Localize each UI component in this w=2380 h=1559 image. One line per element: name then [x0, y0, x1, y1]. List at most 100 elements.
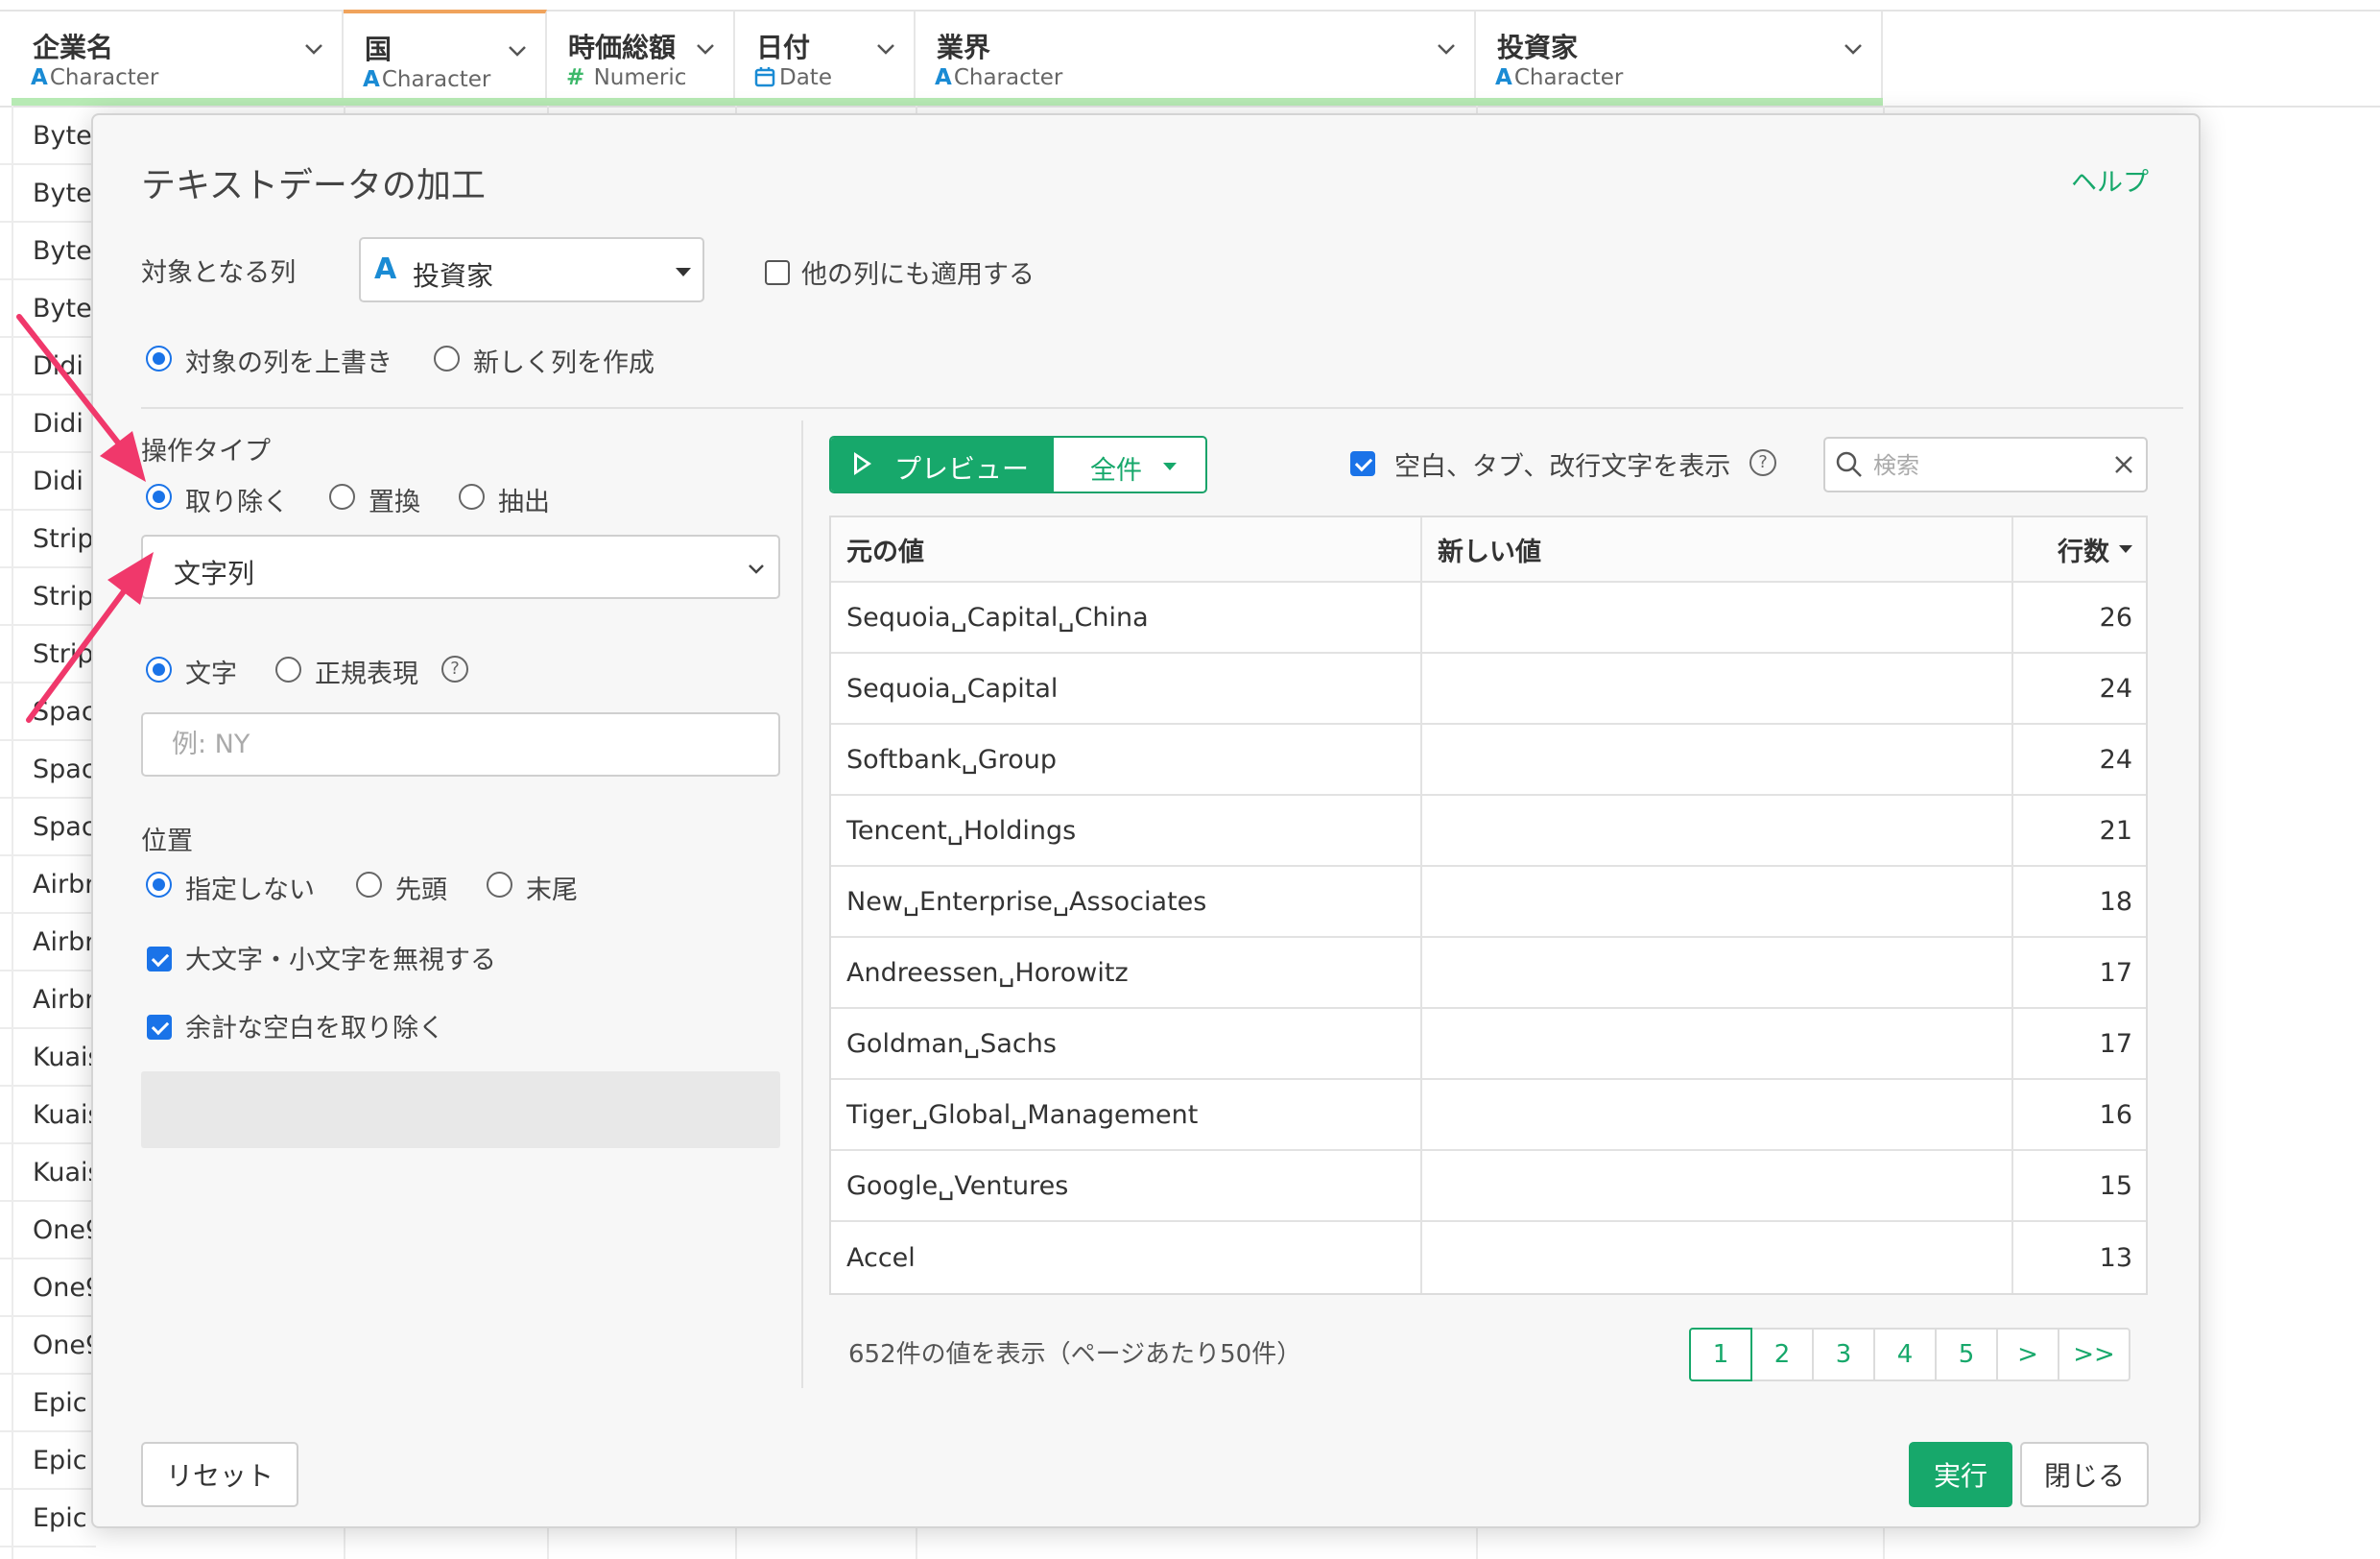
- chevron-down-icon[interactable]: [507, 40, 528, 61]
- panel-divider: [801, 420, 803, 1388]
- run-button[interactable]: 実行: [1909, 1442, 2012, 1507]
- row-count-header-label: 行数: [2058, 537, 2109, 567]
- search-input[interactable]: [1873, 446, 2094, 485]
- apply-other-columns-checkbox[interactable]: [765, 260, 790, 285]
- preview-row: Softbank␣Group 24: [831, 725, 2146, 796]
- grid-cell-company[interactable]: Strip: [33, 582, 93, 612]
- show-whitespace-checkbox[interactable]: [1350, 451, 1375, 476]
- new-column-radio[interactable]: [434, 346, 460, 372]
- character-type-icon: A: [31, 65, 48, 90]
- target-type-select[interactable]: 文字列: [141, 535, 780, 599]
- grid-cell-company[interactable]: Byte: [33, 179, 92, 208]
- text-match-radio[interactable]: [146, 657, 172, 683]
- all-rows-button[interactable]: 全件: [1054, 438, 1205, 492]
- column-type: ACharacter: [1495, 65, 1623, 90]
- grid-cell-company[interactable]: Strip: [33, 639, 93, 669]
- grid-row-line: [0, 1315, 96, 1317]
- chevron-down-icon[interactable]: [875, 38, 896, 60]
- grid-row-line: [0, 797, 96, 799]
- chevron-down-icon[interactable]: [1436, 38, 1457, 60]
- column-header-country[interactable]: 国 ACharacter: [344, 10, 547, 108]
- new-value-cell: [1422, 938, 2013, 1007]
- preview-row: New␣Enterprise␣Associates 18: [831, 867, 2146, 938]
- replace-radio[interactable]: [329, 484, 355, 510]
- chevron-down-icon[interactable]: [303, 38, 324, 60]
- new-value-cell: [1422, 796, 2013, 865]
- page-button[interactable]: 2: [1750, 1328, 1814, 1381]
- grid-row-line: [0, 1142, 96, 1144]
- grid-cell-company[interactable]: Byte: [33, 121, 92, 151]
- new-value-cell: [1422, 654, 2013, 723]
- page-button[interactable]: 1: [1689, 1328, 1752, 1381]
- reset-button[interactable]: リセット: [141, 1442, 298, 1507]
- grid-cell-company[interactable]: Epic: [33, 1503, 87, 1533]
- chevron-down-icon[interactable]: [695, 38, 716, 60]
- clear-icon[interactable]: [2113, 454, 2134, 475]
- original-value-cell: Softbank␣Group: [831, 725, 1422, 794]
- overwrite-radio[interactable]: [146, 346, 172, 372]
- question-icon[interactable]: ?: [441, 656, 468, 683]
- trim-spaces-checkbox[interactable]: [147, 1015, 172, 1040]
- numeric-type-icon: #: [566, 65, 585, 90]
- all-rows-label: 全件: [1090, 456, 1142, 486]
- column-name: 日付: [756, 32, 811, 63]
- page-button[interactable]: >: [1996, 1328, 2059, 1381]
- help-link[interactable]: ヘルプ: [2071, 161, 2149, 199]
- grid-cell-company[interactable]: Epic: [33, 1388, 87, 1418]
- page-button[interactable]: 4: [1873, 1328, 1937, 1381]
- row-count-cell: 24: [2099, 673, 2132, 704]
- grid-cell-company[interactable]: Spac: [33, 812, 96, 842]
- new-value-cell: [1422, 1222, 2013, 1293]
- preview-row: Andreessen␣Horowitz 17: [831, 938, 2146, 1009]
- new-value-header[interactable]: 新しい値: [1422, 517, 2013, 581]
- grid-cell-company[interactable]: Didi: [33, 409, 83, 439]
- grid-row-line: [0, 1258, 96, 1259]
- grid-row-line: [0, 624, 96, 626]
- preview-button[interactable]: プレビュー: [831, 438, 1054, 492]
- column-header-date[interactable]: 日付 Date: [735, 12, 916, 108]
- grid-row-line: [0, 278, 96, 280]
- row-count-cell: 17: [2099, 1028, 2132, 1059]
- grid-cell-company[interactable]: Byte: [33, 236, 92, 266]
- grid-row-line: [0, 912, 96, 914]
- position-end-label: 末尾: [526, 875, 578, 905]
- match-text-input[interactable]: [141, 712, 780, 777]
- position-none-radio[interactable]: [146, 872, 172, 898]
- original-value-header[interactable]: 元の値: [831, 517, 1422, 581]
- column-type: ACharacter: [935, 65, 1062, 90]
- close-button[interactable]: 閉じる: [2020, 1442, 2149, 1507]
- grid-cell-company[interactable]: Spac: [33, 755, 96, 784]
- position-label: 位置: [141, 827, 193, 856]
- preview-row: Accel 13: [831, 1222, 2146, 1293]
- grid-cell-company[interactable]: Didi: [33, 467, 83, 496]
- column-header-market-cap[interactable]: 時価総額 # Numeric: [547, 12, 735, 108]
- extract-label: 抽出: [498, 488, 550, 517]
- row-count-header[interactable]: 行数: [2013, 517, 2148, 581]
- page-button[interactable]: 5: [1935, 1328, 1998, 1381]
- column-header-company[interactable]: 企業名 ACharacter: [12, 12, 344, 108]
- grid-cell-company[interactable]: Byte: [33, 294, 92, 324]
- grid-cell-company[interactable]: Didi: [33, 351, 83, 381]
- target-column-select[interactable]: A 投資家: [359, 237, 704, 302]
- ignore-case-checkbox[interactable]: [147, 947, 172, 971]
- regex-radio[interactable]: [275, 657, 301, 683]
- remove-radio[interactable]: [146, 484, 172, 510]
- page-button[interactable]: >>: [2058, 1328, 2130, 1381]
- grid-cell-company[interactable]: Spac: [33, 697, 96, 727]
- pagination: 1 2 3 4 5 > >>: [1689, 1328, 2130, 1381]
- position-end-radio[interactable]: [487, 872, 512, 898]
- chevron-down-icon[interactable]: [1843, 38, 1864, 60]
- position-start-radio[interactable]: [356, 872, 382, 898]
- column-header-investor[interactable]: 投資家 ACharacter: [1476, 12, 1883, 108]
- grid-cell-company[interactable]: Epic: [33, 1446, 87, 1475]
- grid-cell-company[interactable]: Strip: [33, 524, 93, 554]
- row-count-cell: 17: [2099, 957, 2132, 988]
- column-header-industry[interactable]: 業界 ACharacter: [916, 12, 1476, 108]
- question-icon[interactable]: ?: [1749, 449, 1776, 476]
- page-button[interactable]: 3: [1812, 1328, 1875, 1381]
- new-value-cell: [1422, 583, 2013, 652]
- show-whitespace-label: 空白、タブ、改行文字を表示: [1394, 452, 1731, 482]
- extract-radio[interactable]: [459, 484, 485, 510]
- grid-row-line: [0, 1546, 96, 1547]
- caret-down-icon: [1163, 463, 1177, 470]
